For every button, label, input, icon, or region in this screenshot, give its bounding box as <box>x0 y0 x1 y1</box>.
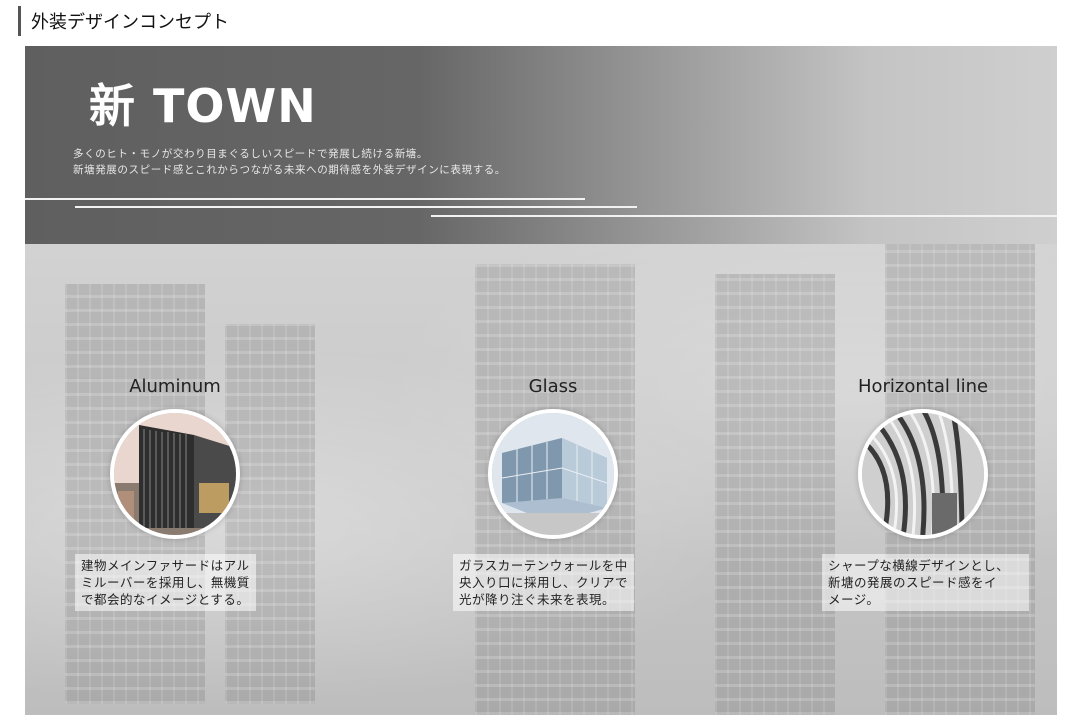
aluminum-photo <box>110 409 240 539</box>
slide-title: 新 TOWN <box>89 79 317 133</box>
horizontal-line-building-image <box>862 413 984 535</box>
horizontal-line-caption: シャープな横線デザインとし、 新塘の発展のスピード感をイ メージ。 <box>822 554 1029 611</box>
caption-line: 新塘の発展のスピード感をイ <box>828 575 998 590</box>
glass-building-image <box>492 413 614 535</box>
horizontal-line-photo <box>858 409 988 539</box>
caption-line: で都会的なイメージとする。 <box>81 592 250 607</box>
caption-line: シャープな横線デザインとし、 <box>828 558 1010 573</box>
caption-line: 央入り口に採用し、クリアで <box>459 575 629 590</box>
description-line-2: 新塘発展のスピード感とこれからつながる未来への期待感を外装デザインに表現する。 <box>73 164 506 176</box>
slide: 新 TOWN 多くのヒト・モノが交わり目まぐるしいスピードで発展し続ける新塘。 … <box>25 46 1057 715</box>
concept-aluminum: Aluminum <box>60 376 290 539</box>
accent-line <box>25 198 585 200</box>
accent-line <box>75 206 637 208</box>
caption-line: ガラスカーテンウォールを中 <box>459 558 628 573</box>
page-title-text: 外装デザインコンセプト <box>31 12 229 33</box>
header-band: 新 TOWN 多くのヒト・モノが交わり目まぐるしいスピードで発展し続ける新塘。 … <box>25 46 1057 244</box>
concept-label: Horizontal line <box>857 376 989 397</box>
concept-label: Glass <box>528 376 578 397</box>
caption-line: 光が降り注ぐ未来を表現。 <box>459 592 616 607</box>
caption-line: ミルーバーを採用し、無機質 <box>81 575 250 590</box>
caption-line: メージ。 <box>828 592 880 607</box>
page-title: 外装デザインコンセプト <box>18 6 229 36</box>
concept-glass: Glass <box>438 376 668 539</box>
glass-photo <box>488 409 618 539</box>
glass-caption: ガラスカーテンウォールを中 央入り口に採用し、クリアで 光が降り注ぐ未来を表現。 <box>453 554 635 611</box>
concept-label: Aluminum <box>129 376 221 397</box>
caption-line: 建物メインファサードはアル <box>81 558 250 573</box>
aluminum-building-image <box>114 413 236 535</box>
concept-horizontal-line: Horizontal line <box>808 376 1038 539</box>
accent-line <box>431 215 1057 217</box>
aluminum-caption: 建物メインファサードはアル ミルーバーを採用し、無機質 で都会的なイメージとする… <box>75 554 256 611</box>
description-line-1: 多くのヒト・モノが交わり目まぐるしいスピードで発展し続ける新塘。 <box>73 148 428 160</box>
